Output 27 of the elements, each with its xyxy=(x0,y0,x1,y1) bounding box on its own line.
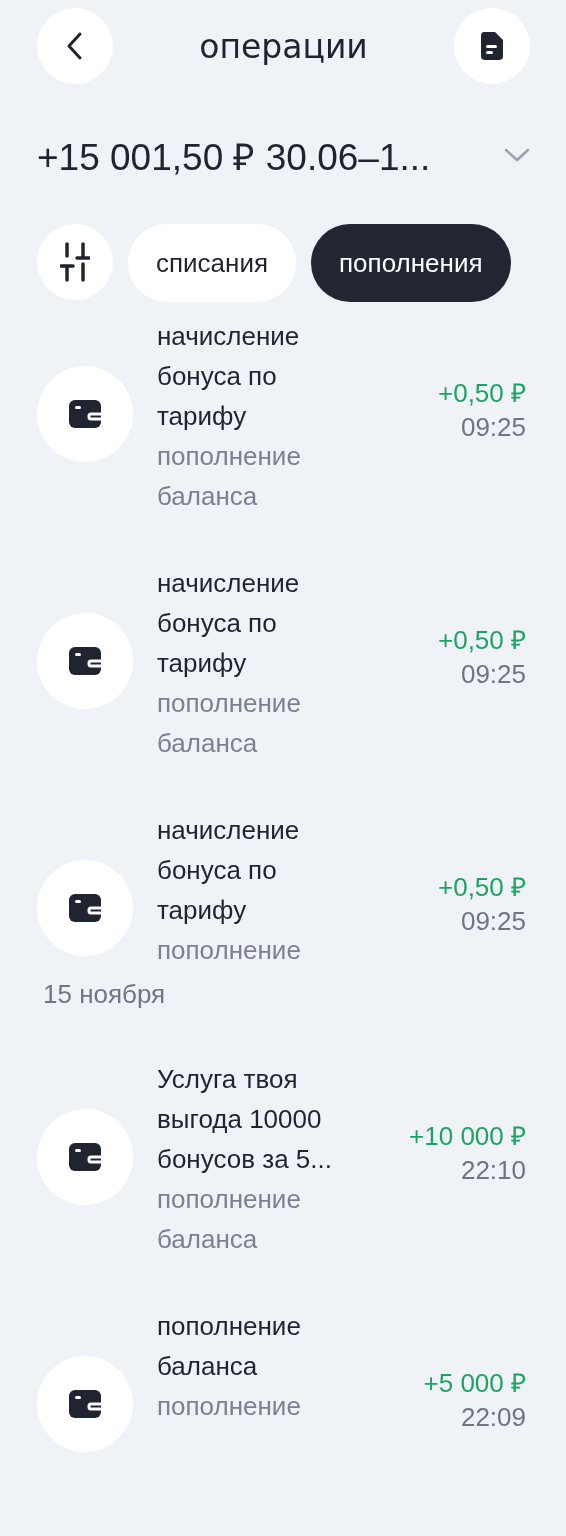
date-header: 15 ноября xyxy=(43,978,167,1011)
operation-title: начисление бонуса по тарифу xyxy=(157,320,301,433)
sliders-icon xyxy=(60,242,90,282)
amount: +5 000 ₽ xyxy=(423,1367,526,1400)
amount: +0,50 ₽ xyxy=(438,624,526,657)
document-icon xyxy=(480,31,504,61)
operation-time: 09:25 xyxy=(460,658,526,691)
operation-time: 09:25 xyxy=(460,411,526,444)
operation-type: пополнение xyxy=(157,934,302,967)
operation-time: 09:25 xyxy=(460,905,526,938)
period-total: +15 001,50 ₽ 30.06–1... xyxy=(37,135,431,180)
amount: +10 000 ₽ xyxy=(409,1120,526,1153)
filter-chip[interactable]: списания xyxy=(128,224,297,302)
operation-title: пополнение баланса xyxy=(157,1310,302,1383)
operation-type: пополнение баланса xyxy=(157,440,302,513)
filter-chip[interactable]: пополнения xyxy=(311,224,511,302)
operation-type: пополнение баланса xyxy=(157,687,302,760)
operation-type: пополнение xyxy=(157,1390,302,1423)
amount: +0,50 ₽ xyxy=(438,871,526,904)
operation-time: 22:10 xyxy=(460,1154,526,1187)
screen-title: операции xyxy=(199,26,368,66)
operation-title: начисление бонуса по тарифу xyxy=(157,814,301,927)
operation-title: начисление бонуса по тарифу xyxy=(157,567,301,680)
operation-time: 22:09 xyxy=(460,1401,526,1434)
operation-type: пополнение баланса xyxy=(157,1183,302,1256)
amount: +0,50 ₽ xyxy=(438,377,526,410)
operation-title: Услуга твоя выгода 10000 бонусов за 5... xyxy=(157,1063,333,1176)
